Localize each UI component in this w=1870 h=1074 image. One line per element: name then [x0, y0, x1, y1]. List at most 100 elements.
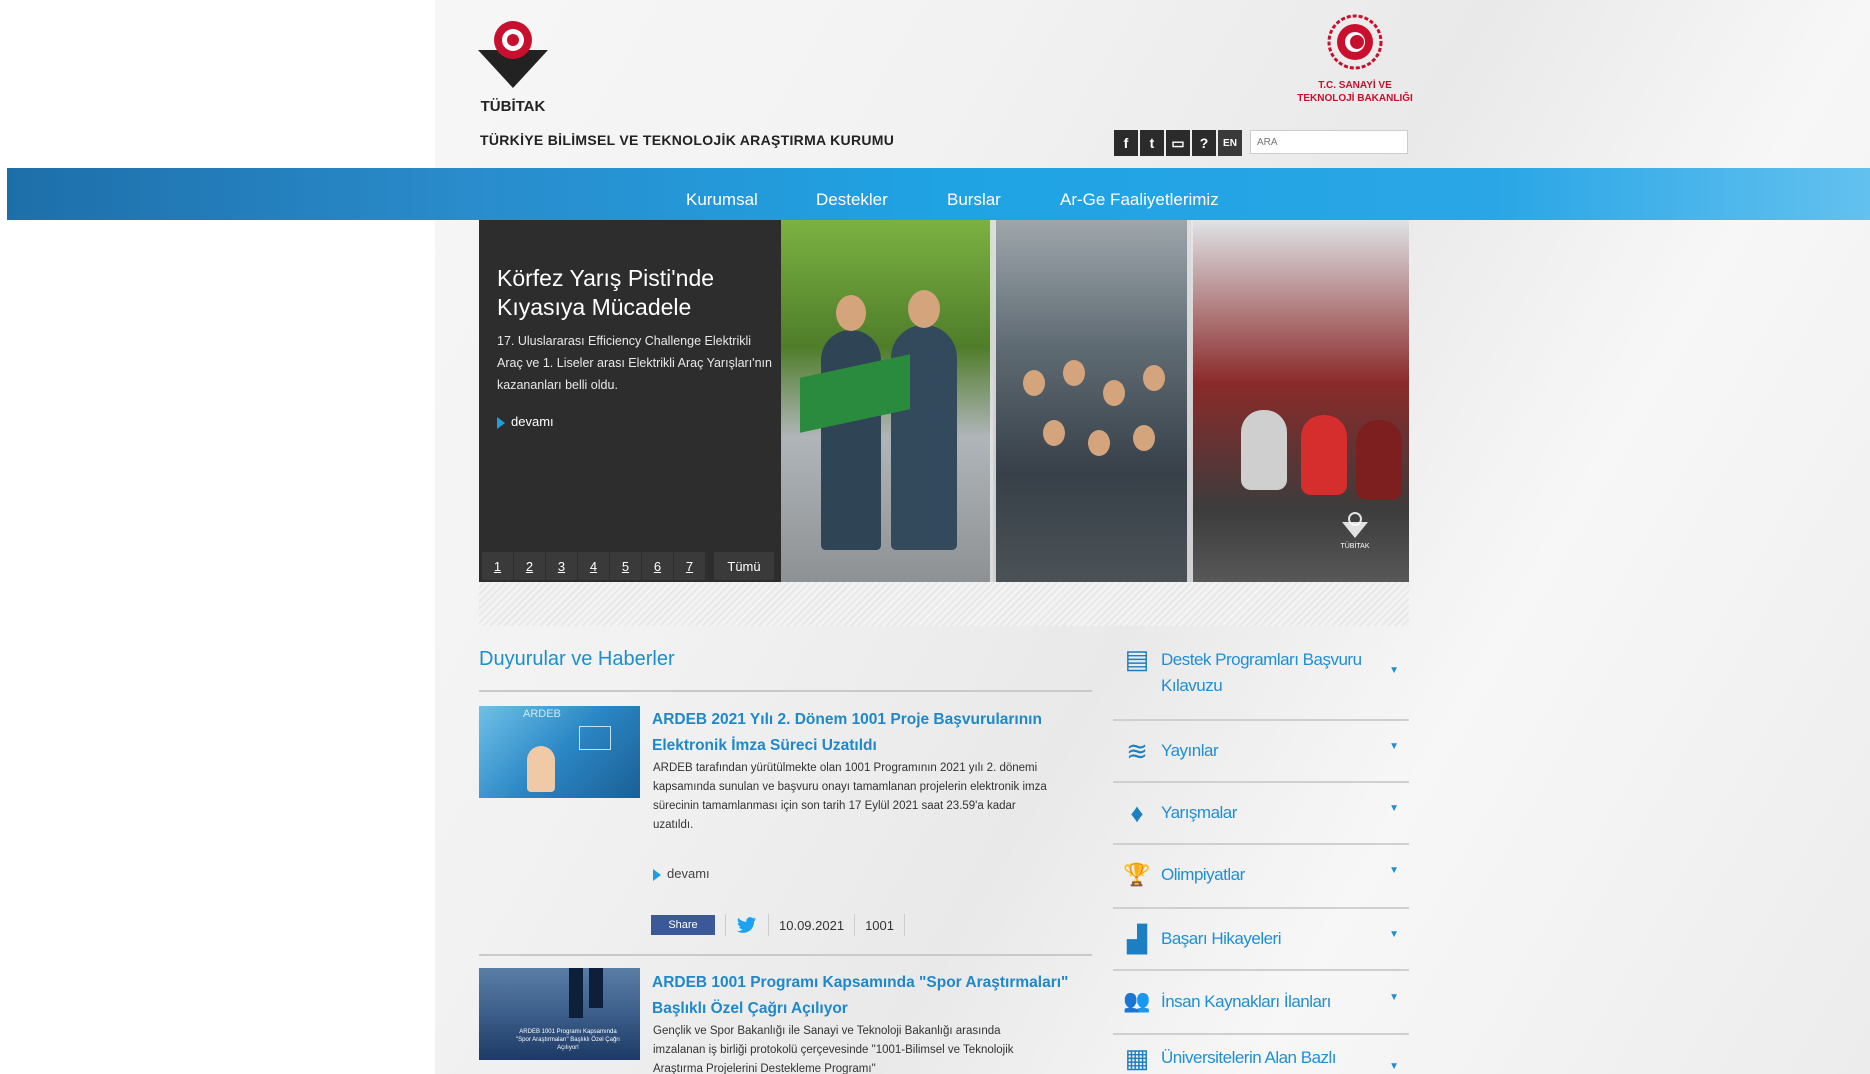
- thumbnail-text: ARDEB: [523, 708, 561, 720]
- news-item-body: ARDEB tarafından yürütülmekte olan 1001 …: [653, 762, 1047, 831]
- news-share-row: Share 10.09.2021 1001: [651, 914, 915, 936]
- main-nav: [7, 168, 1870, 220]
- nav-item-destekler[interactable]: Destekler: [816, 190, 888, 210]
- electric-car: [1241, 410, 1287, 490]
- watermark-text: TÜBİTAK: [1340, 541, 1369, 550]
- bar-chart-icon: ▟: [1127, 923, 1147, 954]
- slide-photo-cars[interactable]: [1191, 220, 1409, 582]
- chevron-down-icon: ▼: [1389, 865, 1399, 876]
- news-thumbnail[interactable]: ARDEB: [479, 706, 640, 798]
- chevron-down-icon: ▼: [1389, 1061, 1399, 1072]
- chevron-down-icon: ▼: [1389, 803, 1399, 814]
- photo-person-head: [908, 290, 940, 328]
- photo-divider: [990, 220, 996, 582]
- slider-page-7[interactable]: 7: [674, 552, 705, 580]
- ministry-logo[interactable]: T.C. SANAYİ VE TEKNOLOJİ BAKANLIĞI: [1290, 10, 1420, 110]
- sidebar-item-label: Yayınlar: [1161, 741, 1219, 760]
- news-item-title[interactable]: ARDEB 1001 Programı Kapsamında "Spor Ara…: [652, 970, 1072, 1022]
- sidebar-item-label: Yarışmalar: [1161, 803, 1237, 822]
- slide-description: 17. Uluslararası Efficiency Challenge El…: [497, 334, 772, 392]
- photo-person-head: [836, 295, 866, 331]
- sidebar-item-competitions[interactable]: ♦ Yarışmalar ▼: [1113, 783, 1409, 845]
- runner-leg: [569, 968, 583, 1018]
- sidebar-item-publications[interactable]: ≋ Yayınlar ▼: [1113, 721, 1409, 783]
- photo-person-head: [1023, 370, 1045, 396]
- sidebar-item-label: Başarı Hikayeleri: [1161, 929, 1282, 948]
- twitter-icon[interactable]: t: [1140, 130, 1164, 156]
- facebook-share-label: Share: [668, 919, 698, 931]
- electric-car: [1356, 420, 1402, 500]
- medal-icon: ♦: [1130, 797, 1144, 828]
- search-document-icon: ▦: [1124, 1042, 1150, 1073]
- photo-person-head: [1103, 380, 1125, 406]
- slider-pager: 1 2 3 4 5 6 7 Tümü: [482, 552, 774, 580]
- sidebar-item-label: İnsan Kaynakları İlanları: [1161, 992, 1331, 1011]
- hatch-divider: [479, 582, 1409, 626]
- news-heading: Duyurular ve Haberler: [479, 648, 675, 670]
- slider-page-5[interactable]: 5: [610, 552, 641, 580]
- photo-person-head: [1133, 425, 1155, 451]
- news-item-body: Gençlik ve Spor Bakanlığı ile Sanayi ve …: [653, 1025, 1014, 1074]
- slide-more-label: devamı: [511, 414, 554, 429]
- ministry-emblem-icon: [1327, 14, 1383, 70]
- news-divider: [479, 690, 1092, 692]
- slider-page-3[interactable]: 3: [546, 552, 577, 580]
- runner-leg: [589, 968, 603, 1008]
- slider-page-2[interactable]: 2: [514, 552, 545, 580]
- sidebar-item-job-postings[interactable]: 👥 İnsan Kaynakları İlanları ▼: [1113, 971, 1409, 1035]
- people-icon: 👥: [1123, 988, 1151, 1013]
- news-more-link[interactable]: devamı: [653, 866, 710, 881]
- tubitak-watermark-icon: TÜBİTAK: [1340, 510, 1370, 550]
- sidebar-item-success-stories[interactable]: ▟ Başarı Hikayeleri ▼: [1113, 909, 1409, 971]
- nav-item-burslar[interactable]: Burslar: [947, 190, 1001, 210]
- news-item-title[interactable]: ARDEB 2021 Yılı 2. Dönem 1001 Proje Başv…: [652, 707, 1072, 759]
- news-thumbnail[interactable]: ARDEB 1001 Programı Kapsamında "Spor Ara…: [479, 968, 640, 1060]
- slide-photo-crowd[interactable]: [993, 220, 1191, 582]
- photo-person-head: [1143, 365, 1165, 391]
- hand-icon: [527, 746, 555, 792]
- chevron-down-icon: ▼: [1389, 992, 1399, 1003]
- slider-page-4[interactable]: 4: [578, 552, 609, 580]
- sidebar-item-olympiads[interactable]: 🏆 Olimpiyatlar ▼: [1113, 845, 1409, 909]
- twitter-share-icon[interactable]: [736, 916, 758, 934]
- news-date: 10.09.2021: [779, 917, 845, 933]
- book-icon[interactable]: ▭: [1166, 130, 1190, 156]
- tubitak-logo-mark: TÜBİTAK: [478, 21, 548, 115]
- news-tag[interactable]: 1001: [865, 918, 894, 933]
- slider-all-button[interactable]: Tümü: [714, 552, 774, 580]
- sidebar-item-label: Destek Programları Başvuru Kılavuzu: [1161, 650, 1362, 695]
- language-switch-en[interactable]: EN: [1218, 130, 1242, 156]
- slider-page-1[interactable]: 1: [482, 552, 513, 580]
- logo-wordmark: TÜBİTAK: [481, 98, 546, 114]
- photo-divider: [1187, 220, 1193, 582]
- guide-book-icon: ▤: [1124, 643, 1150, 674]
- chevron-down-icon: ▼: [1389, 665, 1399, 676]
- help-icon[interactable]: ?: [1192, 130, 1216, 156]
- slide-more-link[interactable]: devamı: [497, 414, 554, 429]
- thumbnail-text: ARDEB 1001 Programı Kapsamında "Spor Ara…: [516, 1029, 620, 1051]
- photo-person-head: [1043, 420, 1065, 446]
- facebook-icon[interactable]: f: [1114, 130, 1138, 156]
- page: TÜBİTAK TÜRKİYE BİLİMSEL VE TEKNOLOJİK A…: [0, 0, 1870, 1074]
- news-divider: [479, 954, 1092, 956]
- nav-item-kurumsal[interactable]: Kurumsal: [686, 190, 758, 210]
- separator: [904, 914, 905, 936]
- sidebar-item-application-guide[interactable]: ▤ Destek Programları Başvuru Kılavuzu ▼: [1113, 637, 1409, 721]
- separator: [768, 914, 769, 936]
- photo-person-head: [1063, 360, 1085, 386]
- photo-person-head: [1088, 430, 1110, 456]
- sidebar-item-university-rankings[interactable]: ▦ Üniversitelerin Alan Bazlı ▼: [1113, 1035, 1409, 1074]
- tubitak-logo[interactable]: TÜBİTAK: [478, 10, 548, 115]
- org-title: TÜRKİYE BİLİMSEL VE TEKNOLOJİK ARAŞTIRMA…: [480, 132, 895, 148]
- triangle-right-icon: [497, 416, 505, 429]
- ministry-name-line1: T.C. SANAYİ VE: [1318, 80, 1392, 91]
- separator: [854, 914, 856, 936]
- nav-item-arge[interactable]: Ar-Ge Faaliyetlerimiz: [1060, 190, 1219, 210]
- facebook-share-button[interactable]: Share: [651, 915, 715, 935]
- search-input[interactable]: [1250, 130, 1408, 154]
- slide-title[interactable]: Körfez Yarış Pisti'nde Kıyasıya Mücadele: [497, 264, 767, 322]
- trophy-icon: 🏆: [1123, 862, 1151, 887]
- chevron-down-icon: ▼: [1389, 929, 1399, 940]
- slider-page-6[interactable]: 6: [642, 552, 673, 580]
- separator: [725, 914, 726, 936]
